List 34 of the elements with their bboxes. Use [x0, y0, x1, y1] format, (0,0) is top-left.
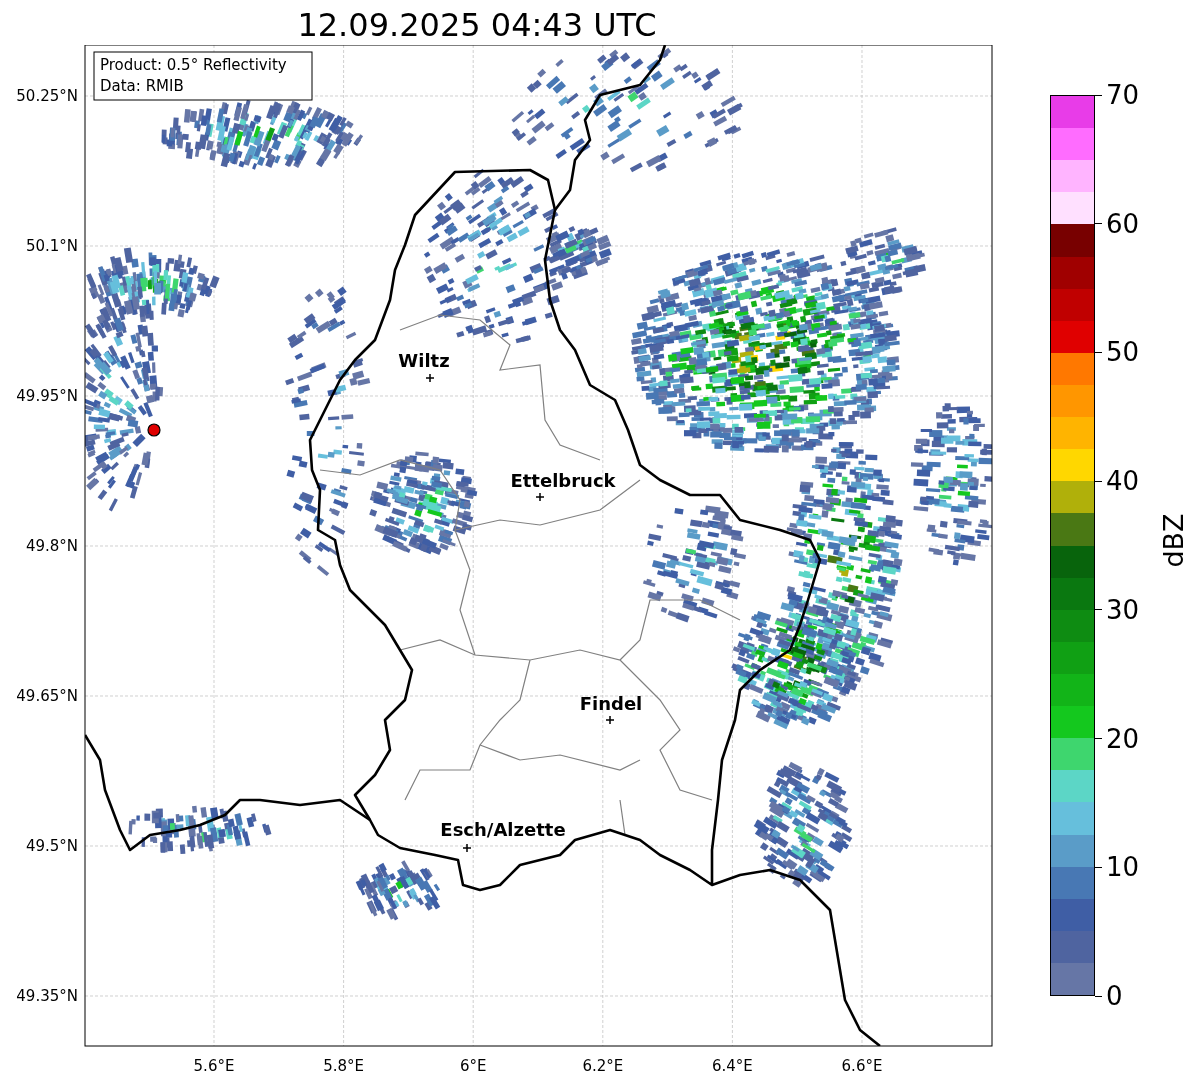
info-text: Data: RMIB [100, 77, 184, 95]
city-label: Wiltz [398, 350, 450, 371]
longitude-label: 5.6°E [193, 1057, 235, 1075]
longitude-label: 6.2°E [582, 1057, 624, 1075]
longitude-label: 6.4°E [712, 1057, 753, 1075]
radar-site-marker [147, 423, 161, 437]
plot-title: 12.09.2025 04:43 UTC [296, 5, 658, 45]
latitude-label: 49.65°N [16, 687, 78, 705]
city-label: Findel [579, 693, 643, 714]
colorbar-tick-label: 40 [1095, 466, 1140, 497]
latitude-label: 49.5°N [25, 837, 78, 855]
info-text: Product: 0.5° Reflectivity [100, 56, 287, 74]
city-marker [462, 843, 472, 853]
latitude-label: 50.1°N [25, 237, 78, 255]
longitude-label: 6.6°E [841, 1057, 883, 1075]
longitude-label: 6°E [459, 1057, 487, 1075]
city-label: Esch/Alzette [440, 819, 566, 840]
colorbar-tick-label: 50 [1095, 337, 1140, 368]
colorbar-tick-label: 70 [1095, 80, 1140, 110]
colorbar-tick-label: 60 [1095, 208, 1140, 239]
colorbar-tick-label: 30 [1095, 594, 1140, 625]
colorbar-tick-label: 0 [1095, 981, 1123, 1011]
latitude-label: 49.95°N [16, 387, 78, 405]
latitude-label: 50.25°N [16, 87, 78, 105]
colorbar-tick-label: 20 [1095, 723, 1140, 754]
colorbar-title: dBZ [1157, 513, 1184, 568]
colorbar-tick-label: 10 [1095, 852, 1140, 883]
longitude-label: 5.8°E [323, 1057, 364, 1075]
city-marker [535, 492, 545, 502]
latitude-label: 49.35°N [16, 987, 78, 1005]
city-marker [605, 715, 615, 725]
city-marker [425, 373, 435, 383]
latitude-label: 49.8°N [25, 537, 78, 555]
city-label: Ettelbruck [510, 470, 616, 491]
